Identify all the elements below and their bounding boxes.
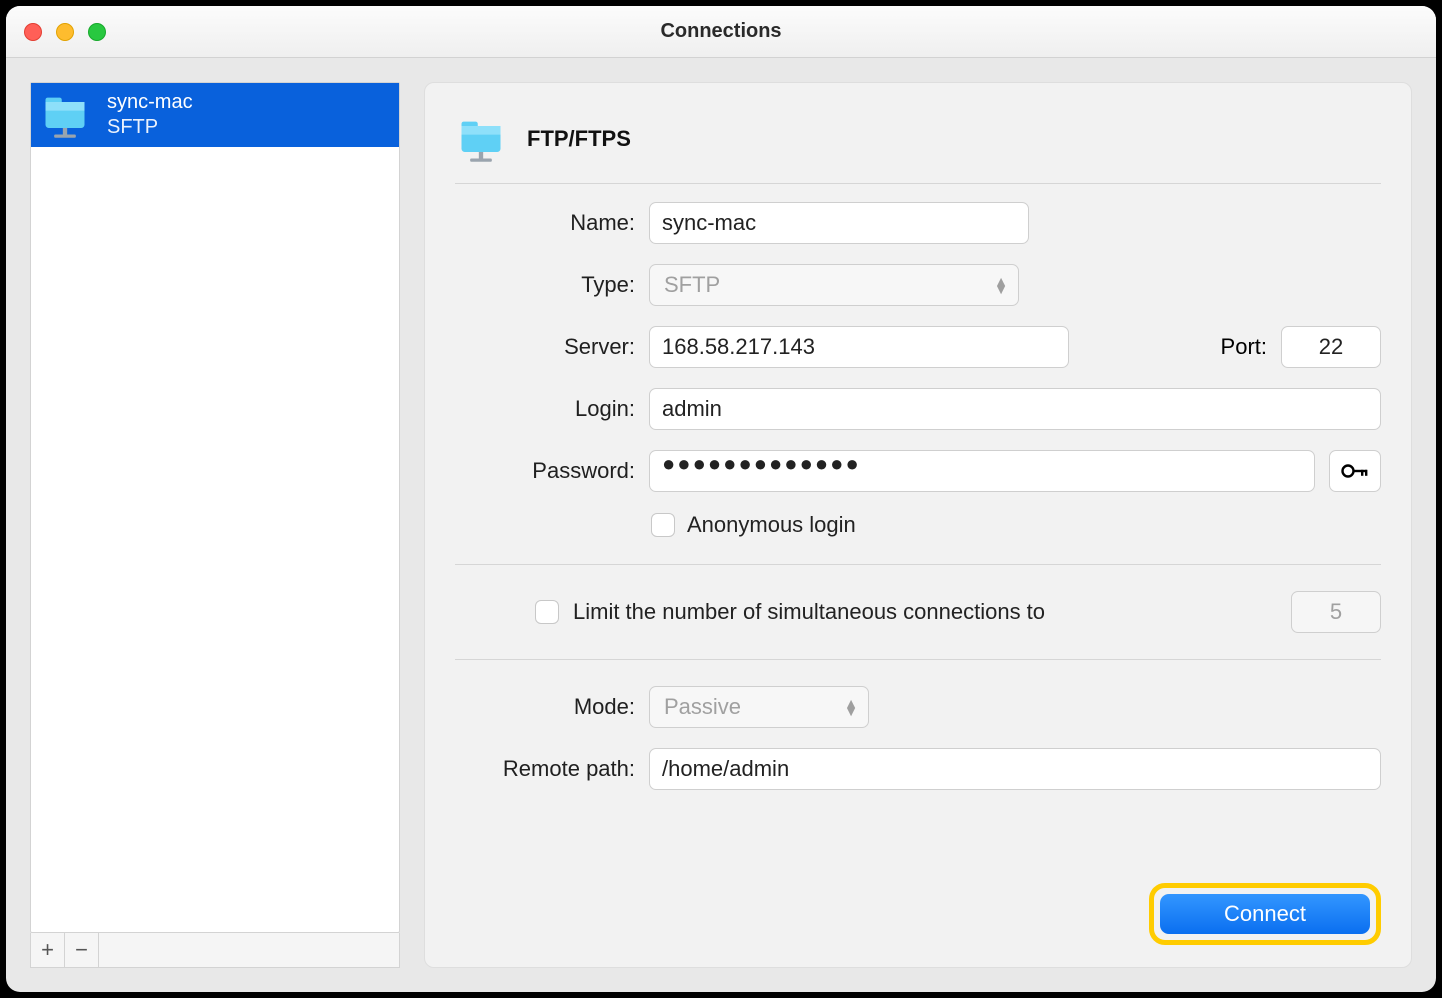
mode-label: Mode: xyxy=(455,694,635,720)
port-label: Port: xyxy=(1221,334,1267,360)
password-label: Password: xyxy=(455,458,635,484)
panel-title: FTP/FTPS xyxy=(527,126,631,152)
connect-highlight: Connect xyxy=(1149,883,1381,945)
type-select[interactable]: SFTP ▲▼ xyxy=(649,264,1019,306)
traffic-lights xyxy=(24,23,106,41)
connection-item-name: sync-mac xyxy=(107,90,193,115)
login-field[interactable] xyxy=(649,388,1381,430)
panel-header: FTP/FTPS xyxy=(455,113,1381,184)
connection-item-sync-mac[interactable]: sync-mac SFTP xyxy=(31,83,399,147)
anonymous-checkbox[interactable] xyxy=(651,513,675,537)
name-label: Name: xyxy=(455,210,635,236)
panel-footer: Connect xyxy=(455,883,1381,945)
connection-item-type: SFTP xyxy=(107,115,193,140)
limit-label: Limit the number of simultaneous connect… xyxy=(573,599,1045,625)
remote-path-field[interactable] xyxy=(649,748,1381,790)
connection-panel: FTP/FTPS Name: Type: SFTP ▲▼ Server: xyxy=(424,82,1412,968)
form: Name: Type: SFTP ▲▼ Server: Port: xyxy=(455,202,1381,790)
connections-window: Connections sync-mac SFTP xyxy=(6,6,1436,992)
server-field[interactable] xyxy=(649,326,1069,368)
limit-field xyxy=(1291,591,1381,633)
network-folder-icon xyxy=(39,89,91,141)
key-button[interactable] xyxy=(1329,450,1381,492)
titlebar: Connections xyxy=(6,6,1436,58)
mode-select-value: Passive xyxy=(664,694,741,720)
divider xyxy=(455,659,1381,660)
password-field[interactable]: ●●●●●●●●●●●●● xyxy=(649,450,1315,492)
divider xyxy=(455,564,1381,565)
add-connection-button[interactable]: + xyxy=(31,933,65,967)
window-title: Connections xyxy=(660,20,781,43)
server-label: Server: xyxy=(455,334,635,360)
remove-connection-button[interactable]: − xyxy=(65,933,99,967)
login-label: Login: xyxy=(455,396,635,422)
sidebar: sync-mac SFTP + − xyxy=(30,82,400,968)
port-field[interactable] xyxy=(1281,326,1381,368)
connection-list[interactable]: sync-mac SFTP xyxy=(30,82,400,933)
limit-checkbox[interactable] xyxy=(535,600,559,624)
zoom-window-icon[interactable] xyxy=(88,23,106,41)
close-window-icon[interactable] xyxy=(24,23,42,41)
anonymous-label: Anonymous login xyxy=(687,512,856,538)
type-label: Type: xyxy=(455,272,635,298)
chevron-updown-icon: ▲▼ xyxy=(844,699,858,715)
content-area: sync-mac SFTP + − FTP/FTPS xyxy=(6,58,1436,992)
key-icon xyxy=(1341,461,1369,481)
mode-select[interactable]: Passive ▲▼ xyxy=(649,686,869,728)
chevron-updown-icon: ▲▼ xyxy=(994,277,1008,293)
connect-button[interactable]: Connect xyxy=(1160,894,1370,934)
sidebar-toolbar: + − xyxy=(30,933,400,968)
name-field[interactable] xyxy=(649,202,1029,244)
network-folder-icon xyxy=(455,113,507,165)
minimize-window-icon[interactable] xyxy=(56,23,74,41)
remote-path-label: Remote path: xyxy=(455,756,635,782)
type-select-value: SFTP xyxy=(664,272,720,298)
